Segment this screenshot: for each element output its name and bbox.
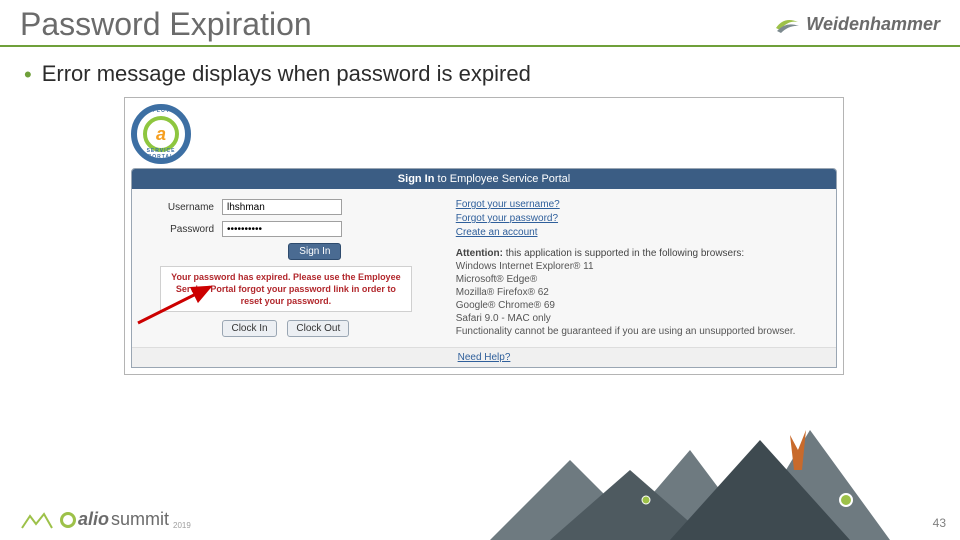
embedded-screenshot: EMPLOYEE a SERVICE PORTAL Sign In to Emp… (124, 97, 844, 375)
username-label: Username (142, 202, 222, 213)
signin-form-column: Username lhshman Password •••••••••• Sig… (132, 189, 442, 347)
browser-item: Windows Internet Explorer® 11 (456, 261, 822, 272)
summit-text: summit (111, 509, 169, 530)
create-account-link[interactable]: Create an account (456, 227, 822, 238)
esp-logo-letter: a (143, 116, 179, 152)
info-column: Forgot your username? Forgot your passwo… (442, 189, 836, 347)
summit-year: 2019 (173, 521, 191, 530)
error-message: Your password has expired. Please use th… (160, 266, 412, 312)
footer-brand: alio summit 2019 (20, 509, 191, 530)
clock-row: Clock In Clock Out (142, 320, 430, 337)
signin-panel: Sign In to Employee Service Portal (131, 168, 837, 368)
slide-title: Password Expiration (20, 6, 312, 43)
esp-logo-top: EMPLOYEE (137, 108, 185, 114)
alio-circle-icon (60, 512, 76, 528)
esp-logo-bottom: SERVICE PORTAL (137, 148, 185, 160)
signin-panel-header: Sign In to Employee Service Portal (132, 169, 836, 189)
slide: Password Expiration Weidenhammer • Error… (0, 0, 960, 540)
slide-header: Password Expiration Weidenhammer (0, 0, 960, 47)
forgot-username-link[interactable]: Forgot your username? (456, 199, 822, 210)
alio-logo: alio summit 2019 (60, 509, 191, 530)
brand-name: Weidenhammer (806, 14, 940, 35)
browser-item: Safari 9.0 - MAC only (456, 313, 822, 324)
attention-label: Attention: (456, 248, 503, 259)
mountain-graphic-icon (490, 420, 930, 540)
signin-panel-body: Username lhshman Password •••••••••• Sig… (132, 189, 836, 347)
browser-item: Microsoft® Edge® (456, 274, 822, 285)
browser-item: Mozilla® Firefox® 62 (456, 287, 822, 298)
esp-logo: EMPLOYEE a SERVICE PORTAL (131, 104, 191, 164)
attention-text: this application is supported in the fol… (503, 248, 744, 259)
page-number: 43 (933, 516, 946, 530)
bullet-text: Error message displays when password is … (42, 61, 531, 87)
attention-footer: Functionality cannot be guaranteed if yo… (456, 326, 822, 337)
signin-button[interactable]: Sign In (288, 243, 341, 260)
signin-button-wrap: Sign In (200, 243, 430, 260)
slide-content: • Error message displays when password i… (0, 47, 960, 389)
username-field[interactable]: lhshman (222, 199, 342, 215)
brand-logo: Weidenhammer (774, 14, 940, 36)
attention-heading: Attention: this application is supported… (456, 248, 822, 259)
bullet-icon: • (24, 61, 32, 89)
brand-swoosh-icon (774, 14, 800, 36)
password-field[interactable]: •••••••••• (222, 221, 342, 237)
attention-block: Attention: this application is supported… (456, 248, 822, 337)
need-help-link[interactable]: Need Help? (132, 347, 836, 367)
alio-text: alio (78, 509, 109, 530)
browser-item: Google® Chrome® 69 (456, 300, 822, 311)
footer-mountain-icon (20, 510, 54, 530)
clock-in-button[interactable]: Clock In (222, 320, 276, 337)
panel-title-rest: to Employee Service Portal (434, 173, 570, 185)
username-row: Username lhshman (142, 199, 430, 215)
bullet-item: • Error message displays when password i… (24, 61, 936, 89)
forgot-password-link[interactable]: Forgot your password? (456, 213, 822, 224)
slide-footer: alio summit 2019 43 (0, 462, 960, 540)
password-label: Password (142, 224, 222, 235)
password-row: Password •••••••••• (142, 221, 430, 237)
panel-title-bold: Sign In (398, 173, 435, 185)
clock-out-button[interactable]: Clock Out (287, 320, 349, 337)
